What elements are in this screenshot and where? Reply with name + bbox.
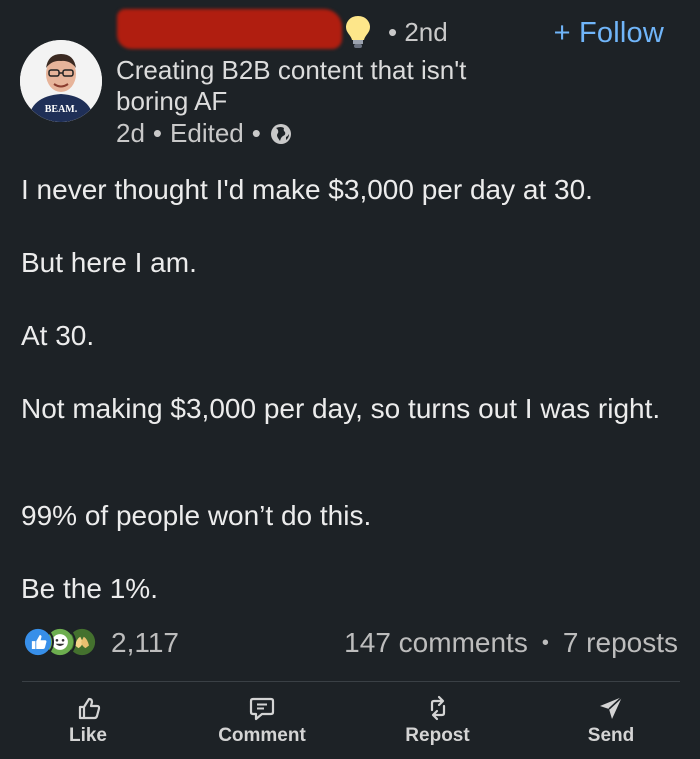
follow-button[interactable]: + Follow: [554, 16, 664, 50]
send-button[interactable]: Send: [578, 690, 644, 747]
author-name-redacted[interactable]: [117, 9, 342, 49]
like-label: Like: [68, 725, 108, 746]
avatar[interactable]: BEAM.: [20, 40, 102, 122]
connection-degree: • 2nd: [388, 17, 448, 47]
send-label: Send: [587, 725, 635, 746]
author-headline: Creating B2B content that isn't boring A…: [116, 55, 467, 116]
reposts-count[interactable]: 7 reposts: [563, 627, 678, 659]
repost-button[interactable]: Repost: [390, 690, 485, 747]
post-line: I never thought I'd make $3,000 per day …: [21, 174, 593, 205]
reaction-count[interactable]: 2,117: [111, 627, 179, 659]
repost-icon: [430, 695, 445, 721]
action-bar: Like Comment Repost Send: [0, 690, 700, 750]
meta-separator: •: [152, 118, 163, 148]
repost-label: Repost: [405, 725, 470, 746]
post-line: At 30.: [21, 320, 95, 351]
counts-separator: •: [541, 632, 549, 654]
comments-count[interactable]: 147 comments: [344, 627, 528, 659]
meta-separator-2: •: [251, 118, 261, 148]
lightbulb-icon: [345, 14, 371, 50]
post-time: 2d: [116, 118, 145, 148]
like-button[interactable]: Like: [58, 690, 118, 747]
comment-label: Comment: [218, 725, 306, 746]
linkedin-post: BEAM. • 2nd + Follow Creating B2B conten…: [0, 0, 700, 759]
post-meta: 2d • Edited •: [116, 117, 293, 149]
post-line: 99% of people won’t do this.: [21, 500, 372, 531]
thumbs-up-icon: [78, 697, 101, 720]
send-icon: [600, 696, 623, 719]
like-reaction-icon: [22, 626, 54, 658]
divider: [22, 681, 680, 682]
edited-label: Edited: [170, 118, 244, 148]
engagement-counts: 147 comments • 7 reposts: [344, 627, 678, 659]
post-line: Be the 1%.: [21, 573, 158, 604]
post-line: Not making $3,000 per day, so turns out …: [21, 393, 661, 424]
avatar-shirt-text: BEAM.: [45, 104, 78, 115]
comment-icon: [249, 697, 275, 721]
post-line: But here I am.: [21, 247, 197, 278]
reactions-summary[interactable]: [22, 626, 98, 658]
comment-button[interactable]: Comment: [207, 690, 317, 747]
globe-icon: [269, 121, 293, 145]
